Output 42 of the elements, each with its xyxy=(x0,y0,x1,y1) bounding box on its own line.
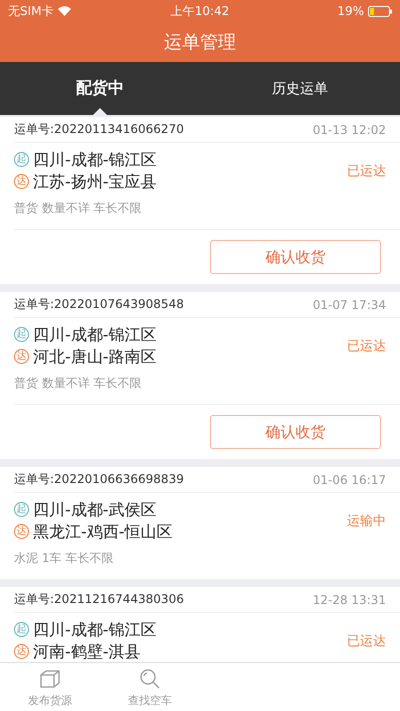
origin-text: 四川-成都-锦江区 xyxy=(33,619,157,640)
destination-marker: 达 xyxy=(14,174,29,189)
cargo-details: 水泥 1车 车长不限 xyxy=(14,550,114,567)
origin-marker: 起 xyxy=(14,327,29,342)
destination-text: 河北-唐山-路南区 xyxy=(33,346,157,367)
battery-percent: 19% xyxy=(337,4,364,18)
origin-marker: 起 xyxy=(14,152,29,167)
order-status: 已运达 xyxy=(347,162,386,180)
order-time: 12-28 13:31 xyxy=(312,592,386,606)
order-status: 运输中 xyxy=(347,512,386,530)
cargo-details: 普货 数量不详 车长不限 xyxy=(14,200,143,217)
destination-text: 河南-鹤壁-淇县 xyxy=(33,641,141,662)
order-time: 01-13 12:02 xyxy=(312,122,386,136)
cargo-details: 普货 数量不详 车长不限 xyxy=(14,375,143,392)
wifi-icon xyxy=(58,6,71,16)
tab[interactable]: 历史运单 xyxy=(200,62,400,115)
order-card[interactable]: 运单号:20220113416066270 01-13 12:02 起 四川-成都-锦江区 达 江苏-扬州-宝应县 已运达 普货 数量不详 车长不限 确认收货 xyxy=(0,117,400,284)
clock-text: 上午10:42 xyxy=(170,2,230,20)
page-title: 运单管理 xyxy=(163,31,237,55)
order-card[interactable]: 运单号:20220107643908548 01-07 17:34 起 四川-成都-锦江区 达 河北-唐山-路南区 已运达 普货 数量不详 车长不限 确认收货 xyxy=(0,292,400,459)
destination-marker: 达 xyxy=(14,644,29,659)
origin-marker: 起 xyxy=(14,502,29,517)
carrier-text: 无SIM卡 xyxy=(8,2,54,20)
order-number: 运单号:20211216744380306 xyxy=(14,591,184,608)
order-time: 01-06 16:17 xyxy=(312,472,386,486)
order-status: 已运达 xyxy=(347,338,386,354)
order-status: 已运达 xyxy=(347,632,386,650)
battery-icon xyxy=(368,6,392,16)
order-time: 01-07 17:34 xyxy=(312,298,386,312)
order-number: 运单号:20220107643908548 xyxy=(14,296,184,313)
origin-text: 四川-成都-锦江区 xyxy=(33,149,157,170)
destination-marker: 达 xyxy=(14,524,29,539)
order-card[interactable]: 运单号:20211216744380306 12-28 13:31 起 四川-成都-锦江区 达 河南-鹤壁-淇县 已运达 xyxy=(0,587,400,662)
order-number: 运单号:20220113416066270 xyxy=(14,121,184,138)
origin-text: 四川-成都-锦江区 xyxy=(33,324,157,345)
order-card[interactable]: 运单号:20220106636698839 01-06 16:17 起 四川-成都-武侯区 达 黑龙江-鸡西-恒山区 运输中 水泥 1车 车长不限 xyxy=(0,467,400,579)
destination-text: 江苏-扬州-宝应县 xyxy=(33,171,157,192)
origin-marker: 起 xyxy=(14,622,29,637)
order-number: 运单号:20220106636698839 xyxy=(14,471,184,488)
destination-marker: 达 xyxy=(14,349,29,364)
destination-text: 黑龙江-鸡西-恒山区 xyxy=(33,521,173,542)
origin-text: 四川-成都-武侯区 xyxy=(33,499,157,520)
